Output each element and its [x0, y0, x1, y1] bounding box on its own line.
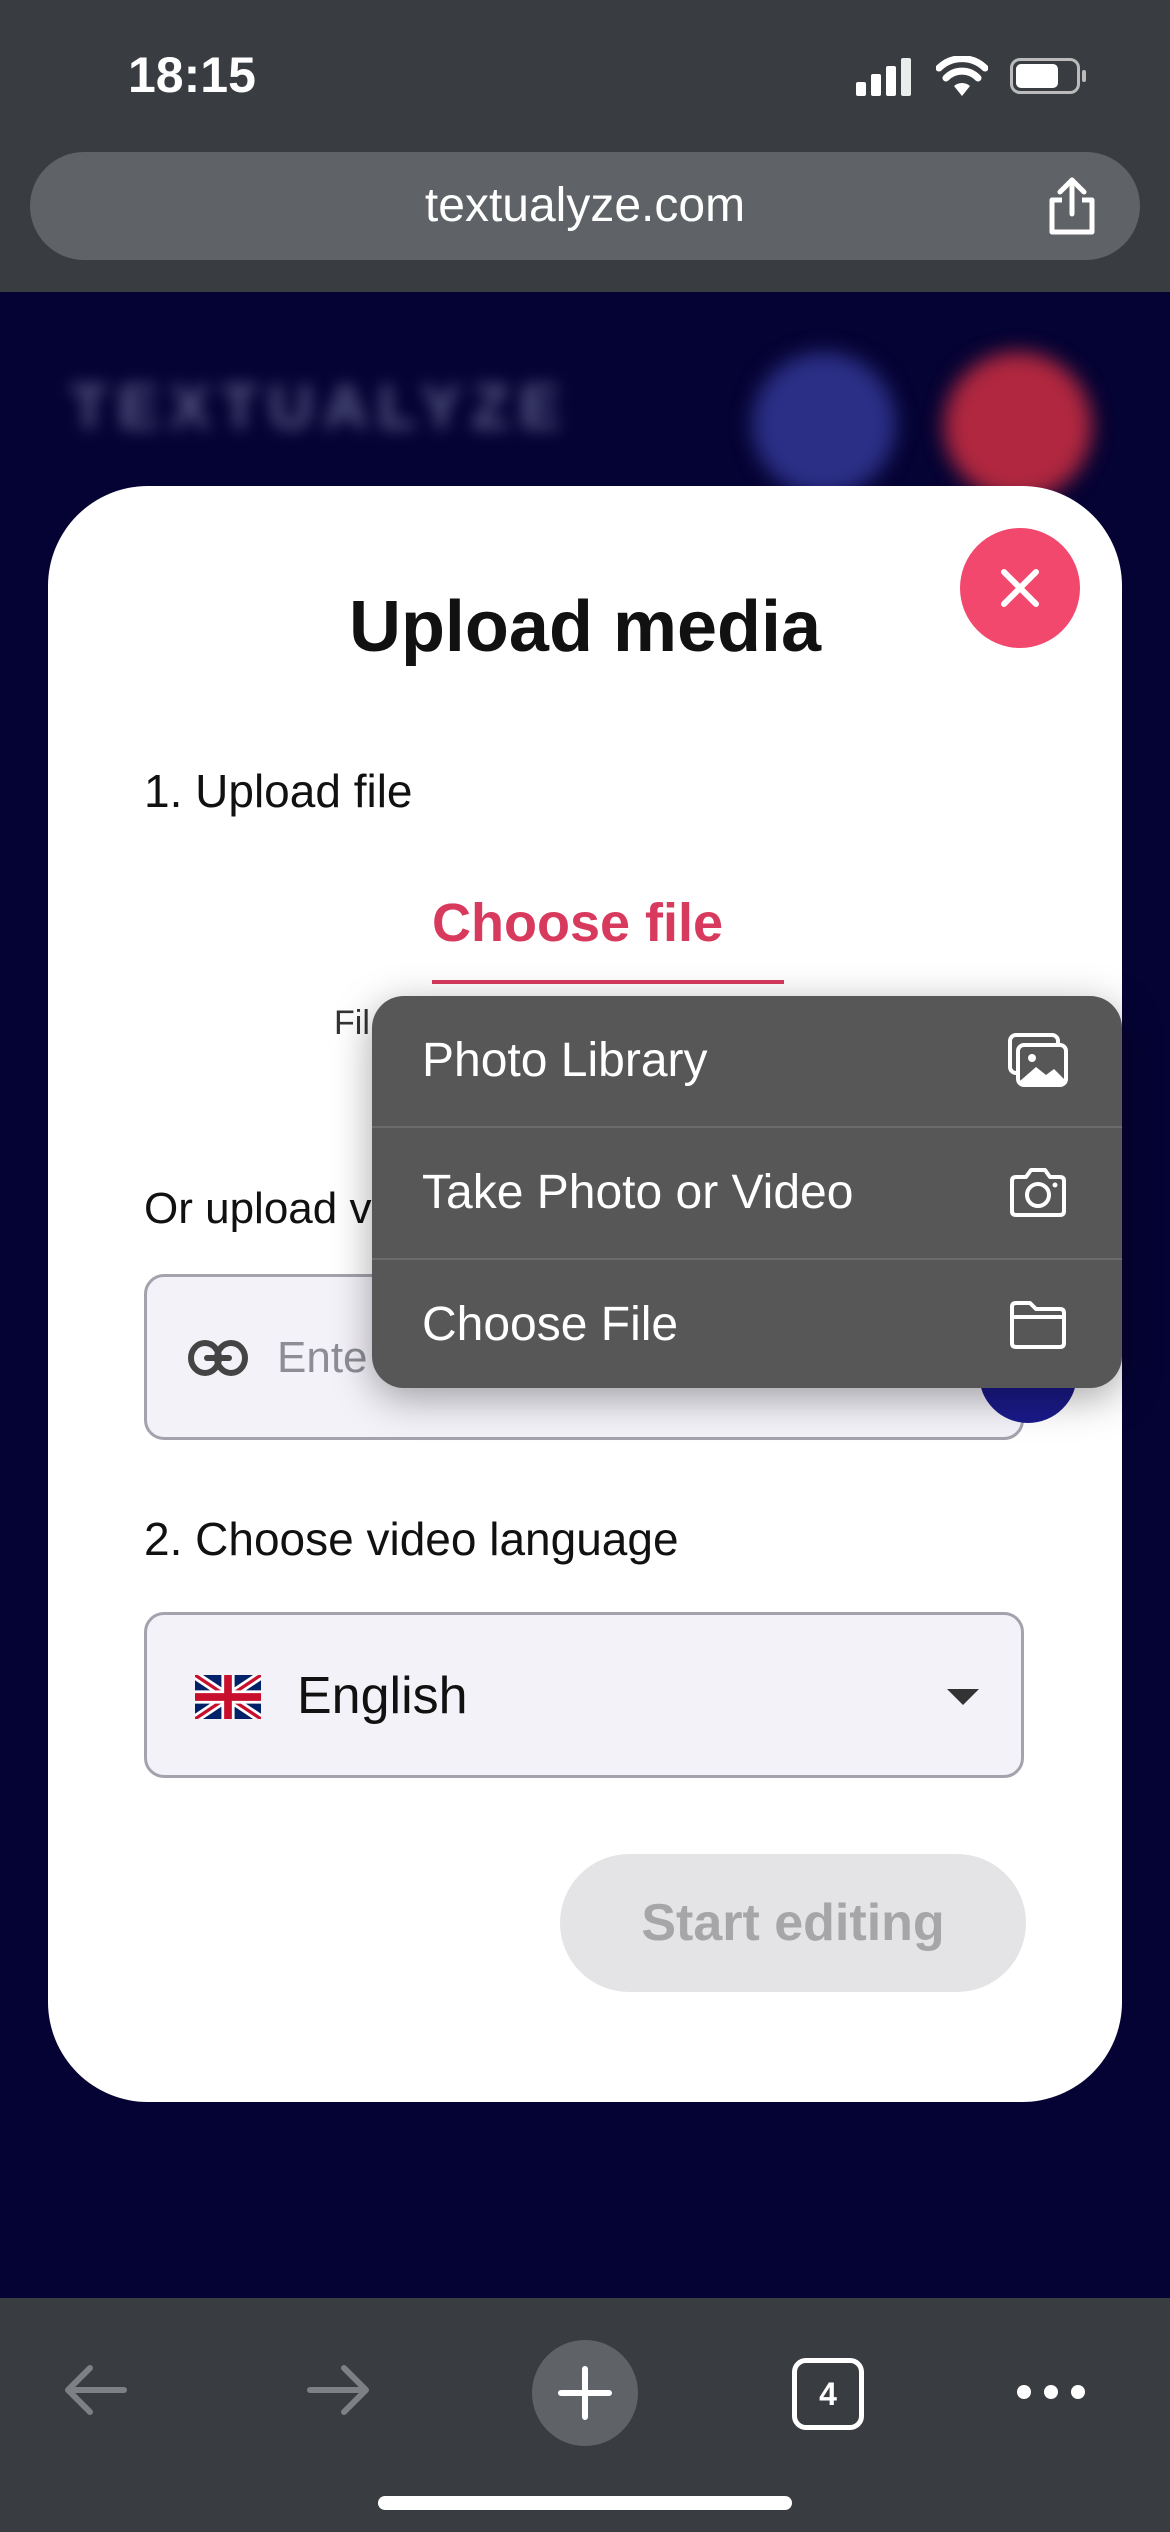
- chevron-down-icon: [947, 1689, 979, 1705]
- new-tab-button[interactable]: [532, 2340, 638, 2446]
- modal-title: Upload media: [348, 587, 822, 667]
- forward-arrow-icon[interactable]: [302, 2358, 376, 2422]
- address-bar-url: textualyze.com: [424, 179, 746, 232]
- home-indicator: [378, 2496, 792, 2510]
- menu-item-label: Take Photo or Video: [422, 1166, 854, 1219]
- tabs-button[interactable]: 4: [792, 2358, 864, 2430]
- blurred-avatar: [752, 352, 896, 496]
- selected-language: English: [297, 1667, 468, 1725]
- tab-count: 4: [819, 2376, 837, 2412]
- address-bar[interactable]: textualyze.com: [30, 152, 1140, 260]
- uk-flag-icon: [195, 1675, 261, 1719]
- url-upload-label: Or upload v: [144, 1184, 372, 1233]
- back-arrow-icon[interactable]: [58, 2358, 132, 2422]
- wifi-icon: [936, 56, 988, 96]
- menu-item-label: Photo Library: [422, 1034, 708, 1087]
- video-language-label: 2. Choose video language: [144, 1513, 679, 1565]
- upload-file-label: 1. Upload file: [144, 765, 413, 817]
- plus-icon: [558, 2366, 612, 2420]
- blurred-menu-button: [944, 352, 1092, 500]
- choose-file-button[interactable]: Choose file: [432, 892, 723, 954]
- menu-item-take-photo[interactable]: Take Photo or Video: [372, 1128, 1122, 1258]
- folder-icon: [1010, 1301, 1066, 1349]
- more-options-icon[interactable]: [1014, 2380, 1088, 2404]
- file-format-hint: Fil: [334, 1004, 370, 1042]
- camera-icon: [1010, 1168, 1066, 1217]
- link-icon: [188, 1340, 248, 1376]
- language-select[interactable]: English: [144, 1612, 1024, 1778]
- start-editing-button[interactable]: Start editing: [560, 1854, 1026, 1992]
- status-time: 18:15: [128, 47, 256, 103]
- browser-bottom-toolbar: 4: [0, 2298, 1170, 2532]
- file-picker-menu: Photo Library Take Photo or Video Choose…: [372, 996, 1122, 1388]
- site-logo: TEXTUALYZE: [70, 373, 571, 442]
- share-icon[interactable]: [1040, 174, 1104, 238]
- menu-item-choose-file[interactable]: Choose File: [372, 1260, 1122, 1388]
- browser-top-bar: 18:15 textualyze.com: [0, 0, 1170, 292]
- cellular-signal-icon: [856, 58, 912, 96]
- choose-file-underline: [432, 980, 784, 984]
- menu-item-photo-library[interactable]: Photo Library: [372, 996, 1122, 1126]
- photo-library-icon: [1008, 1033, 1068, 1087]
- url-input-placeholder: Ente: [277, 1333, 368, 1382]
- menu-item-label: Choose File: [422, 1298, 679, 1351]
- battery-icon: [1010, 58, 1086, 96]
